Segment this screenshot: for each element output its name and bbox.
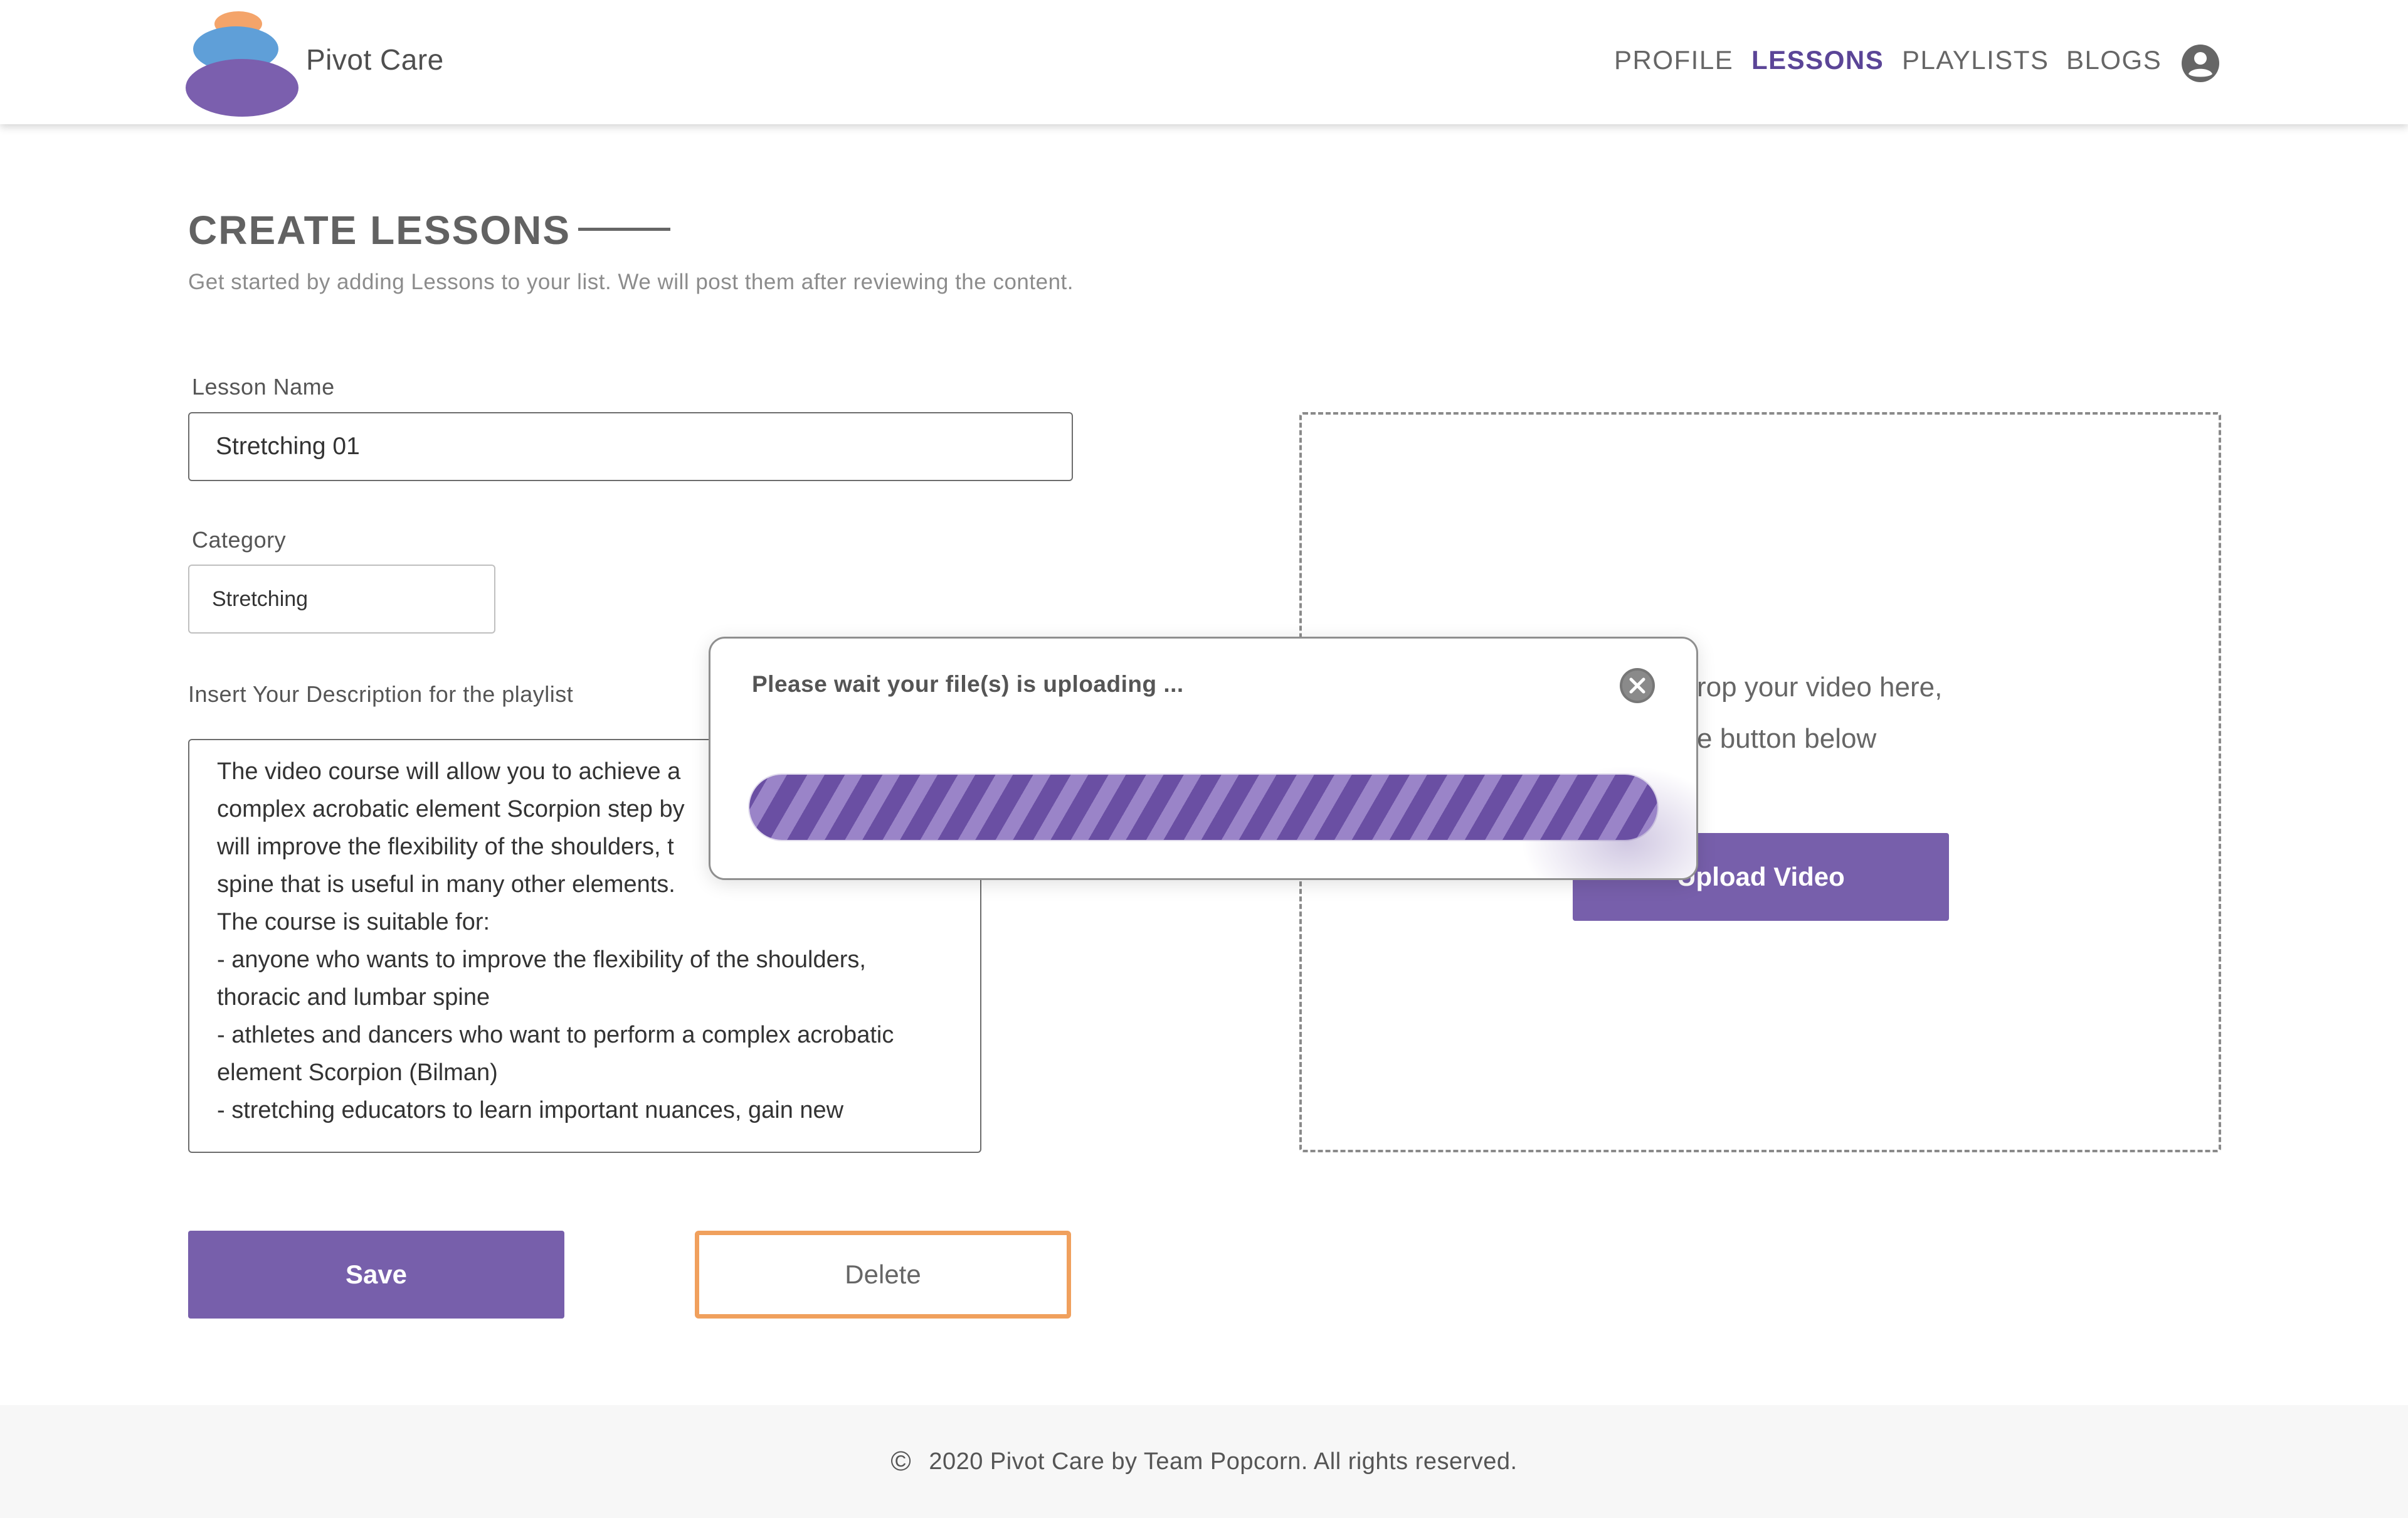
title-divider — [578, 228, 670, 231]
upload-progress-fill — [749, 775, 1657, 840]
dropzone-text-line1: rop your video here, — [1697, 672, 1943, 703]
upload-status-text: Please wait your file(s) is uploading ..… — [752, 671, 1184, 697]
lesson-name-input[interactable]: Stretching 01 — [188, 412, 1073, 481]
category-label: Category — [192, 527, 287, 553]
category-select[interactable]: Stretching — [188, 565, 495, 634]
brand-name[interactable]: Pivot Care — [306, 43, 444, 77]
footer-text: 2020 Pivot Care by Team Popcorn. All rig… — [929, 1448, 1518, 1475]
nav-lessons[interactable]: LESSONS — [1751, 45, 1884, 75]
nav-blogs[interactable]: BLOGS — [2066, 45, 2162, 75]
page-title: CREATE LESSONS — [188, 208, 571, 253]
copyright-icon: © — [890, 1446, 912, 1477]
delete-button[interactable]: Delete — [695, 1231, 1071, 1319]
account-circle-icon[interactable] — [2181, 44, 2220, 83]
pivot-care-logo-icon[interactable] — [182, 5, 301, 119]
dropzone-text-line2: e button below — [1697, 723, 1877, 754]
nav-playlists[interactable]: PLAYLISTS — [1902, 45, 2049, 75]
page-subtitle: Get started by adding Lessons to your li… — [188, 270, 1074, 294]
upload-progress-modal: Please wait your file(s) is uploading ..… — [709, 637, 1698, 880]
save-button[interactable]: Save — [188, 1231, 564, 1319]
footer: © 2020 Pivot Care by Team Popcorn. All r… — [0, 1405, 2408, 1518]
close-circle-icon[interactable] — [1619, 667, 1656, 704]
header: Pivot Care PROFILE LESSONS PLAYLISTS BLO… — [0, 0, 2408, 124]
nav-profile[interactable]: PROFILE — [1614, 45, 1733, 75]
upload-progress-bar — [749, 775, 1657, 840]
lesson-name-label: Lesson Name — [192, 374, 335, 400]
description-label: Insert Your Description for the playlist — [188, 681, 574, 707]
